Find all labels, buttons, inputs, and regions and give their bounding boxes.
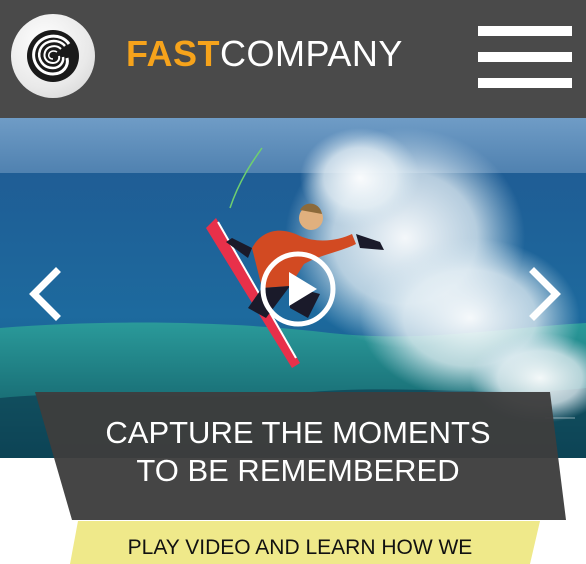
caption-line-2: TO BE REMEMBERED bbox=[136, 453, 460, 488]
hamburger-menu-button[interactable] bbox=[478, 26, 572, 88]
menu-bar bbox=[478, 78, 572, 88]
chevron-right-icon bbox=[529, 267, 561, 321]
logo[interactable] bbox=[11, 14, 95, 98]
hero-caption: CAPTURE THE MOMENTS TO BE REMEMBERED bbox=[0, 392, 586, 522]
play-video-cta-button[interactable]: PLAY VIDEO AND LEARN HOW WE bbox=[70, 521, 540, 564]
menu-bar bbox=[478, 26, 572, 36]
spiral-wave-icon bbox=[27, 30, 79, 82]
play-video-button[interactable] bbox=[259, 250, 337, 328]
previous-slide-button[interactable] bbox=[24, 264, 64, 324]
play-circle-icon bbox=[260, 251, 336, 327]
brand-fast: FAST bbox=[126, 33, 221, 74]
cta-label: PLAY VIDEO AND LEARN HOW WE bbox=[127, 536, 473, 559]
brand-company: COMPANY bbox=[220, 33, 403, 74]
next-slide-button[interactable] bbox=[526, 264, 566, 324]
chevron-left-icon bbox=[29, 267, 61, 321]
menu-bar bbox=[478, 52, 572, 62]
caption-line-1: CAPTURE THE MOMENTS bbox=[105, 415, 491, 450]
site-header: FASTCOMPANY bbox=[0, 0, 586, 118]
brand-name[interactable]: FASTCOMPANY bbox=[126, 30, 403, 78]
